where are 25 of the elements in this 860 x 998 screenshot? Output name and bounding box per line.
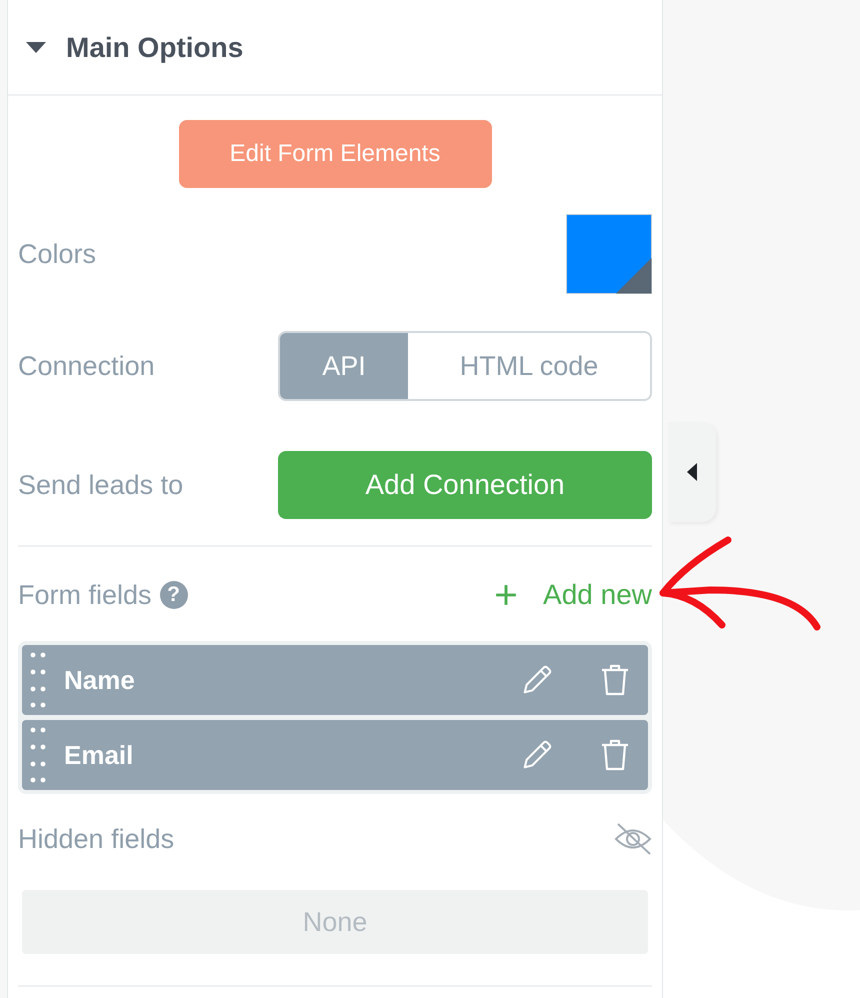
form-fields-label: Form fields [18, 580, 152, 610]
trash-icon[interactable] [600, 739, 630, 771]
hidden-eye-icon[interactable] [614, 822, 652, 856]
field-name: Email [64, 740, 134, 770]
add-connection-button[interactable]: Add Connection [278, 451, 652, 519]
caret-icon[interactable] [26, 42, 46, 54]
connection-option[interactable]: API [280, 333, 408, 399]
trash-icon[interactable] [600, 664, 630, 696]
drag-handle-icon[interactable] [30, 727, 46, 783]
colors-label: Colors [18, 238, 96, 270]
add-new-link[interactable]: Add new [495, 579, 652, 611]
edit-form-button[interactable]: Edit Form Elements [178, 120, 492, 188]
help-icon[interactable]: ? [160, 581, 188, 609]
connection-label: Connection [18, 350, 155, 382]
caret-left-icon [687, 463, 697, 481]
send-leads-label: Send leads to [18, 470, 184, 500]
hidden-fields-label: Hidden fields [18, 824, 174, 854]
drag-handle-icon[interactable] [30, 652, 46, 708]
color-swatch[interactable] [566, 214, 652, 294]
panel-title: Main Options [66, 32, 244, 64]
form-field-item[interactable]: Email [22, 720, 648, 790]
plus-icon [495, 584, 518, 606]
field-name: Name [64, 664, 136, 696]
hidden-fields-empty: None [22, 890, 648, 954]
form-field-item[interactable]: Name [22, 645, 648, 715]
